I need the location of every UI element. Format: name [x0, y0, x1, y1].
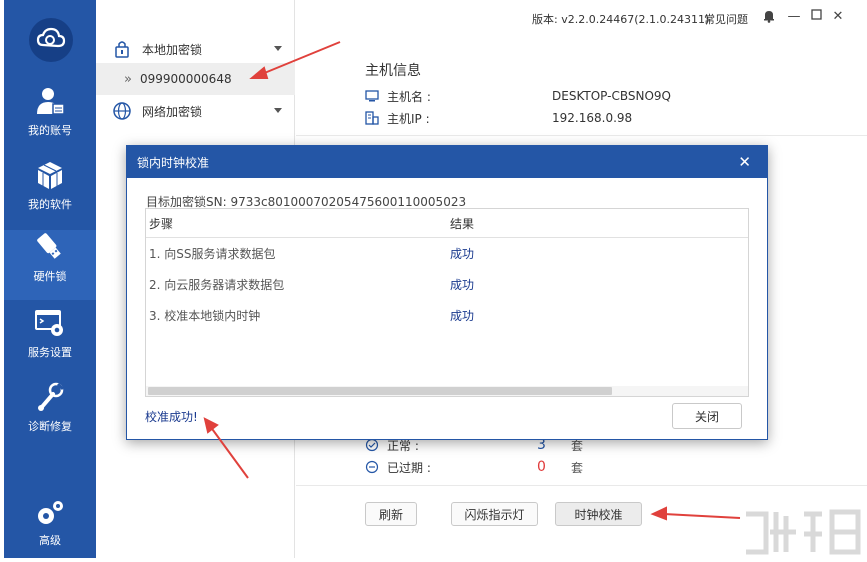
check-circle-icon: [365, 438, 379, 452]
nav-label: 硬件锁: [33, 270, 67, 283]
title-bar: 版本: v2.2.0.24467(2.1.0.24311) 常见问题 — ✕: [296, 0, 867, 36]
host-name-label: 主机名 :: [387, 89, 431, 104]
nav-diagnose-repair[interactable]: 诊断修复: [4, 380, 96, 450]
double-chevron-right-icon: »: [124, 71, 132, 87]
tree-lock-item[interactable]: » 099900000648: [96, 63, 295, 95]
calibration-result-message: 校准成功!: [145, 410, 198, 424]
cloud-logo-icon: [36, 27, 66, 48]
status-expired-label: 已过期 :: [387, 460, 431, 475]
horizontal-scrollbar[interactable]: [146, 386, 748, 396]
nav-label: 诊断修复: [28, 420, 72, 433]
arrow-to-calibrate-button: [663, 513, 741, 519]
maximize-icon[interactable]: [808, 9, 824, 25]
divider: [296, 485, 867, 486]
tree-label: 本地加密锁: [142, 42, 203, 57]
host-name-row: 主机名 : DESKTOP-CBSNO9Q: [365, 87, 671, 105]
divider: [296, 135, 867, 136]
result-text: 成功: [450, 309, 475, 323]
chevron-down-icon[interactable]: [274, 46, 282, 51]
table-row: 1. 向SS服务请求数据包 成功: [146, 238, 748, 269]
tree-label: 网络加密锁: [142, 104, 203, 119]
host-ip-row: 主机IP : 192.168.0.98: [365, 109, 632, 127]
nav-label: 我的软件: [28, 198, 72, 211]
steps-table: 步骤 结果 1. 向SS服务请求数据包 成功 2. 向云服务器请求数据包 成功 …: [145, 208, 749, 397]
table-row: 2. 向云服务器请求数据包 成功: [146, 269, 748, 300]
tree-local-lock[interactable]: 本地加密锁: [96, 34, 295, 64]
user-icon: [37, 88, 65, 115]
chevron-down-icon[interactable]: [274, 108, 282, 113]
left-nav: 我的账号 我的软件 硬件锁 服务设置 诊断修复 高级: [4, 0, 96, 558]
arrow-head: [650, 506, 667, 521]
nav-label: 服务设置: [28, 346, 72, 359]
table-header: 步骤 结果: [146, 209, 748, 238]
step-text: 1. 向SS服务请求数据包: [149, 247, 276, 261]
table-row: 3. 校准本地锁内时钟 成功: [146, 300, 748, 331]
dialog-header: 锁内时钟校准 ✕: [127, 146, 767, 178]
scrollbar-thumb[interactable]: [148, 387, 612, 395]
version-text: 版本: v2.2.0.24467(2.1.0.24311): [532, 13, 710, 26]
host-info-title: 主机信息: [365, 63, 421, 79]
nav-label: 我的账号: [28, 124, 72, 137]
monitor-icon: [365, 90, 379, 102]
host-ip-value: 192.168.0.98: [552, 111, 633, 125]
nav-advanced[interactable]: 高级: [4, 498, 96, 548]
minimize-icon[interactable]: —: [786, 9, 802, 25]
app-logo: [29, 18, 73, 62]
bell-icon[interactable]: [761, 9, 777, 25]
nav-label: 高级: [39, 534, 61, 547]
faq-link[interactable]: 常见问题: [704, 11, 748, 27]
result-text: 成功: [450, 278, 475, 292]
status-expired-count: 0: [537, 459, 546, 475]
host-ip-label: 主机IP :: [387, 111, 430, 126]
service-settings-icon: [35, 310, 63, 336]
close-icon[interactable]: ✕: [830, 9, 846, 25]
cube-icon: [38, 162, 62, 189]
column-result: 结果: [450, 216, 475, 231]
clock-calibration-dialog: 锁内时钟校准 ✕ 目标加密锁SN: 9733c80100070205475600…: [126, 145, 768, 440]
dialog-close-icon[interactable]: ✕: [738, 153, 751, 171]
column-step: 步骤: [149, 216, 174, 231]
tree-network-lock[interactable]: 网络加密锁: [96, 96, 295, 126]
clock-calibrate-button[interactable]: 时钟校准: [555, 502, 642, 526]
step-text: 3. 校准本地锁内时钟: [149, 309, 261, 323]
status-expired-row: 已过期 : 0 套: [365, 458, 583, 476]
nav-service-settings[interactable]: 服务设置: [4, 306, 96, 376]
refresh-button[interactable]: 刷新: [365, 502, 417, 526]
host-name-value: DESKTOP-CBSNO9Q: [552, 89, 671, 103]
step-text: 2. 向云服务器请求数据包: [149, 278, 285, 292]
status-unit: 套: [571, 460, 584, 475]
nav-my-account[interactable]: 我的账号: [4, 84, 96, 154]
dialog-close-button[interactable]: 关闭: [672, 403, 742, 429]
globe-icon: [113, 102, 131, 120]
usb-key-icon: [37, 233, 61, 259]
network-icon: [365, 111, 379, 125]
nav-my-software[interactable]: 我的软件: [4, 158, 96, 228]
tree-lock-id: 099900000648: [139, 72, 232, 86]
nav-hardware-lock[interactable]: 硬件锁: [4, 230, 96, 300]
lock-icon: [115, 41, 129, 58]
blink-indicator-button[interactable]: 闪烁指示灯: [451, 502, 538, 526]
dialog-title: 锁内时钟校准: [137, 155, 210, 170]
wrench-icon: [38, 382, 65, 411]
minus-circle-icon: [365, 460, 379, 474]
gears-icon: [38, 501, 63, 524]
watermark-logo: [746, 509, 861, 555]
result-text: 成功: [450, 247, 475, 261]
